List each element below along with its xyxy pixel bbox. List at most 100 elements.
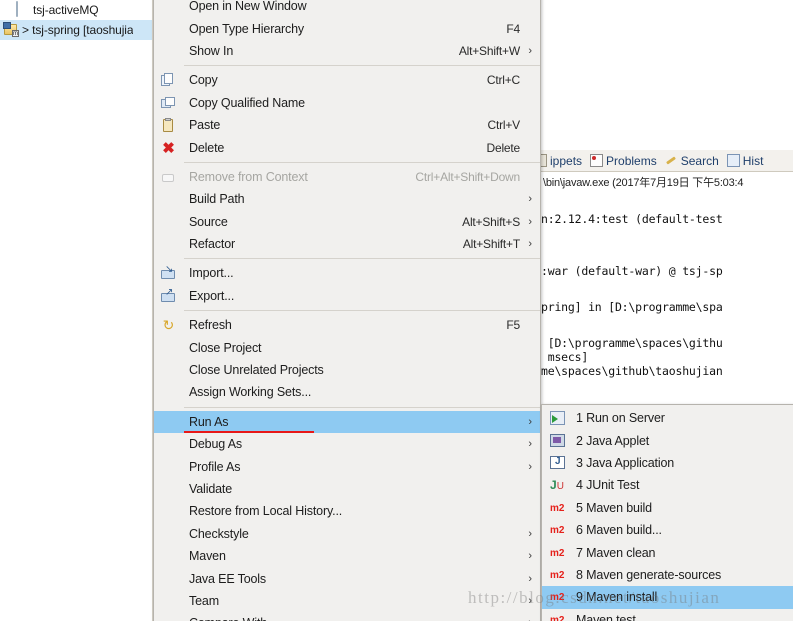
submenu-arrow-icon: ›	[522, 342, 532, 354]
submenu-arrow-icon: ›	[522, 319, 532, 331]
submenu-arrow-icon: ›	[522, 617, 532, 621]
menu-item-restore-from-local-history[interactable]: Restore from Local History... ›	[154, 500, 540, 522]
tab-label: Hist	[742, 153, 764, 168]
submenu-item-maven-generate-sources[interactable]: m2 8 Maven generate-sources	[542, 564, 793, 586]
tab-problems[interactable]: Problems	[590, 154, 657, 168]
submenu-item-java-application[interactable]: 3 Java Application Alt	[542, 452, 793, 474]
submenu-item-maven-build-dialog[interactable]: m2 6 Maven build...	[542, 519, 793, 541]
menu-item-open-in-new-window[interactable]: Open in New Window ›	[154, 0, 540, 17]
menu-item-team[interactable]: Team ›	[154, 590, 540, 612]
submenu-item-run-on-server[interactable]: 1 Run on Server Alt+	[542, 407, 793, 429]
maven-icon: m2	[550, 547, 565, 559]
run-as-submenu[interactable]: 1 Run on Server Alt+ 2 Java Applet Alt+ …	[541, 404, 793, 621]
submenu-arrow-icon: ›	[528, 550, 532, 563]
console-header-line: \bin\javaw.exe (2017年7月19日 下午5:03:4	[543, 177, 744, 189]
menu-item-label: Remove from Context	[189, 169, 308, 184]
console-text-line: me\spaces\github\taoshujian	[541, 364, 723, 378]
menu-item-checkstyle[interactable]: Checkstyle ›	[154, 523, 540, 545]
list-item[interactable]: tsj-activeMQ	[0, 0, 152, 20]
menu-item-refresh[interactable]: ↻ Refresh F5 ›	[154, 314, 540, 336]
submenu-item-label: 5 Maven build	[576, 500, 652, 515]
menu-item-label: Close Unrelated Projects	[189, 363, 324, 378]
maven-icon: m2	[550, 502, 565, 514]
menu-item-label: Maven	[189, 549, 226, 564]
submenu-item-junit-test[interactable]: JU 4 JUnit Test Alt+	[542, 474, 793, 496]
menu-item-debug-as[interactable]: Debug As ›	[154, 433, 540, 455]
menu-item-shortcut: Delete	[486, 140, 521, 155]
menu-item-icon	[154, 362, 182, 378]
menu-item-copy[interactable]: Copy Ctrl+C ›	[154, 69, 540, 91]
submenu-arrow-icon: ›	[522, 483, 532, 495]
submenu-item-maven-build[interactable]: m2 5 Maven build Alt+	[542, 497, 793, 519]
console-text-line: n:2.12.4:test (default-test	[541, 212, 723, 226]
menu-item-refactor[interactable]: Refactor Alt+Shift+T ›	[154, 233, 540, 255]
menu-item-icon	[154, 548, 182, 564]
project-explorer: tsj-activeMQ m > tsj-spring [taoshujia	[0, 0, 153, 621]
menu-item-paste[interactable]: Paste Ctrl+V ›	[154, 114, 540, 136]
menu-item-compare-with[interactable]: Compare With ›	[154, 612, 540, 621]
menu-item-validate[interactable]: Validate ›	[154, 478, 540, 500]
menu-item-import[interactable]: ↘ Import... ›	[154, 262, 540, 284]
menu-item-shortcut: Alt+Shift+W	[458, 43, 520, 58]
menu-item-show-in[interactable]: Show In Alt+Shift+W ›	[154, 40, 540, 62]
java-applet-icon	[542, 433, 570, 449]
menu-item-build-path[interactable]: Build Path ›	[154, 188, 540, 210]
menu-item-icon	[154, 21, 182, 37]
menu-item-label: Refresh	[189, 318, 232, 333]
submenu-item-label: Maven test	[576, 612, 636, 621]
menu-item-icon	[154, 503, 182, 519]
context-menu[interactable]: Open in New Window › Open Type Hierarchy…	[153, 0, 541, 621]
menu-item-shortcut: Alt+Shift+S	[462, 214, 520, 229]
submenu-item-label: 6 Maven build...	[576, 523, 662, 538]
menu-item-run-as[interactable]: Run As ›	[154, 410, 540, 434]
annotation-underline-run-as	[184, 431, 314, 433]
menu-item-label: Copy Qualified Name	[189, 95, 305, 110]
menu-item-source[interactable]: Source Alt+Shift+S ›	[154, 211, 540, 233]
menu-separator	[184, 161, 540, 163]
menu-item-close-unrelated-projects[interactable]: Close Unrelated Projects ›	[154, 359, 540, 381]
menu-item-assign-working-sets[interactable]: Assign Working Sets... ›	[154, 381, 540, 403]
submenu-item-label: 1 Run on Server	[576, 411, 665, 426]
menu-item-open-type-hierarchy[interactable]: Open Type Hierarchy F4 ›	[154, 17, 540, 39]
menu-item-label: Compare With	[182, 616, 520, 621]
menu-item-remove-from-context[interactable]: Remove from Context Ctrl+Alt+Shift+Down …	[154, 166, 540, 188]
menu-item-close-project[interactable]: Close Project ›	[154, 336, 540, 358]
submenu-arrow-icon: ›	[522, 267, 532, 279]
submenu-item-maven-clean[interactable]: m2 7 Maven clean	[542, 541, 793, 563]
menu-item-label: Close Project	[189, 340, 262, 355]
menu-item-maven[interactable]: Maven ›	[154, 545, 540, 567]
copy-qualified-name-icon	[154, 95, 182, 111]
maven-icon: m2	[550, 569, 565, 581]
menu-item-label: Debug As	[189, 437, 243, 452]
submenu-arrow-icon: ›	[522, 74, 532, 86]
project-icon	[14, 1, 31, 18]
menu-item-java-ee-tools[interactable]: Java EE Tools ›	[154, 567, 540, 589]
menu-item-shortcut: Ctrl+V	[487, 118, 521, 133]
submenu-item-maven-test[interactable]: m2 Maven test	[542, 609, 793, 621]
submenu-arrow-icon: ›	[522, 97, 532, 109]
submenu-item-java-applet[interactable]: 2 Java Applet Alt+	[542, 429, 793, 451]
eclipse-ide-screenshot: tsj-activeMQ m > tsj-spring [taoshujia i…	[0, 0, 793, 621]
menu-item-shortcut: F4	[506, 21, 520, 36]
menu-item-icon	[154, 340, 182, 356]
submenu-item-label: 3 Java Application	[576, 455, 675, 470]
import-icon: ↘	[154, 265, 182, 281]
submenu-arrow-icon: ›	[522, 290, 532, 302]
menu-item-icon	[154, 384, 182, 400]
menu-item-profile-as[interactable]: Profile As ›	[154, 455, 540, 477]
menu-item-icon	[154, 481, 182, 497]
list-item[interactable]: m > tsj-spring [taoshujia	[0, 20, 152, 40]
menu-item-icon	[154, 191, 182, 207]
problems-icon	[590, 154, 604, 167]
tab-search[interactable]: Search	[665, 154, 719, 168]
menu-item-icon	[154, 0, 182, 14]
tab-snippets[interactable]: ippets	[534, 154, 582, 168]
tab-history[interactable]: Hist	[726, 153, 764, 168]
submenu-arrow-icon: ›	[528, 215, 532, 228]
menu-item-icon	[154, 526, 182, 542]
submenu-item-maven-install[interactable]: m2 9 Maven install	[542, 586, 793, 609]
menu-item-copy-qualified-name[interactable]: Copy Qualified Name ›	[154, 92, 540, 114]
menu-item-delete[interactable]: ✖ Delete Delete ›	[154, 136, 540, 158]
submenu-arrow-icon: ›	[528, 438, 532, 451]
menu-item-export[interactable]: ↗ Export... ›	[154, 285, 540, 307]
